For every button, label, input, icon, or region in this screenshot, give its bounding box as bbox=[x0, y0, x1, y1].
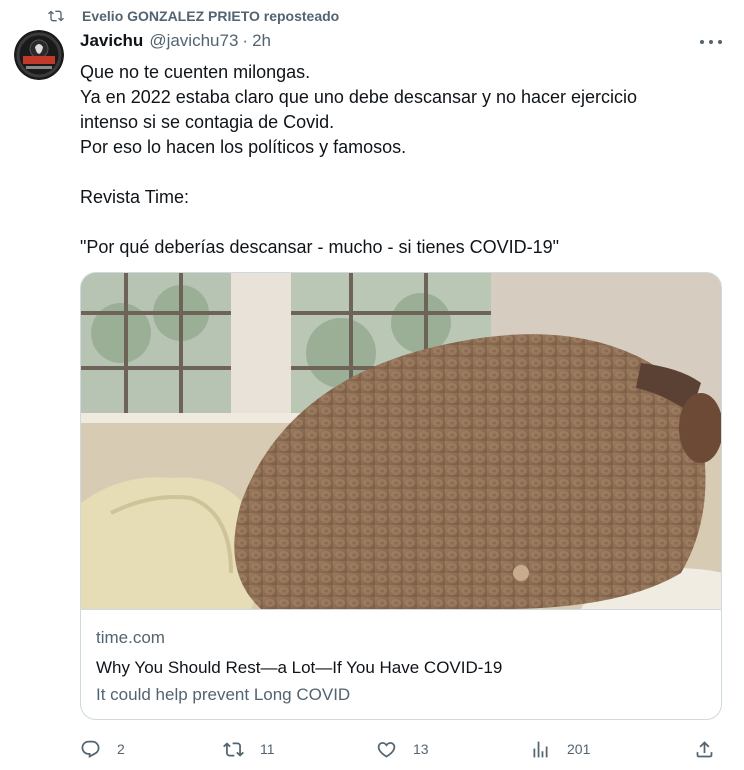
like-count: 13 bbox=[413, 741, 429, 757]
separator-dot: · bbox=[242, 31, 249, 50]
author-handle[interactable]: @javichu73 bbox=[149, 31, 238, 51]
views-button[interactable]: 201 bbox=[530, 737, 590, 761]
repost-icon bbox=[223, 741, 244, 757]
card-image[interactable] bbox=[81, 273, 721, 609]
repost-indicator[interactable]: Evelio GONZALEZ PRIETO reposteado bbox=[48, 6, 339, 26]
more-options-icon[interactable] bbox=[700, 32, 722, 52]
card-title: Why You Should Rest—a Lot—If You Have CO… bbox=[96, 658, 503, 677]
reply-button[interactable]: 2 bbox=[80, 737, 125, 761]
tweet-line: Ya en 2022 estaba claro que uno debe des… bbox=[80, 87, 638, 107]
card-domain: time.com bbox=[96, 628, 165, 647]
tweet-time[interactable]: 2h bbox=[252, 31, 271, 51]
tweet-line bbox=[80, 210, 710, 235]
tweet-line bbox=[80, 160, 710, 185]
tweet-line: Que no te cuenten milongas. bbox=[80, 62, 311, 82]
repost-icon bbox=[48, 8, 64, 24]
card-body[interactable]: time.com Why You Should Rest—a Lot—If Yo… bbox=[81, 609, 721, 719]
tweet-text: Que no te cuenten milongas. Ya en 2022 e… bbox=[80, 60, 710, 260]
views-count: 201 bbox=[567, 741, 591, 757]
tweet-line: Revista Time: bbox=[80, 187, 190, 207]
like-button[interactable]: 13 bbox=[376, 737, 429, 761]
reply-icon bbox=[81, 740, 100, 758]
action-bar: 2 11 13 201 bbox=[80, 737, 720, 761]
tweet-line: "Por qué deberías descansar - mucho - si… bbox=[80, 237, 559, 257]
tweet-line: Por eso lo hacen los políticos y famosos… bbox=[80, 137, 407, 157]
avatar[interactable] bbox=[14, 30, 64, 80]
card-description: It could help prevent Long COVID bbox=[96, 685, 351, 704]
repost-button[interactable]: 11 bbox=[223, 737, 275, 761]
author-name[interactable]: Javichu bbox=[80, 31, 143, 51]
tweet-line: intenso si se contagia de Covid. bbox=[80, 112, 335, 132]
share-icon bbox=[696, 740, 713, 757]
reply-count: 2 bbox=[117, 741, 125, 757]
views-chart-icon bbox=[533, 741, 548, 757]
repost-count: 11 bbox=[260, 741, 275, 757]
share-button[interactable] bbox=[694, 737, 731, 761]
link-card[interactable]: time.com Why You Should Rest—a Lot—If Yo… bbox=[80, 272, 722, 720]
heart-icon bbox=[377, 741, 396, 758]
tweet-header: Javichu @javichu73 · 2h bbox=[80, 30, 271, 52]
repost-label: Evelio GONZALEZ PRIETO reposteado bbox=[82, 8, 340, 24]
